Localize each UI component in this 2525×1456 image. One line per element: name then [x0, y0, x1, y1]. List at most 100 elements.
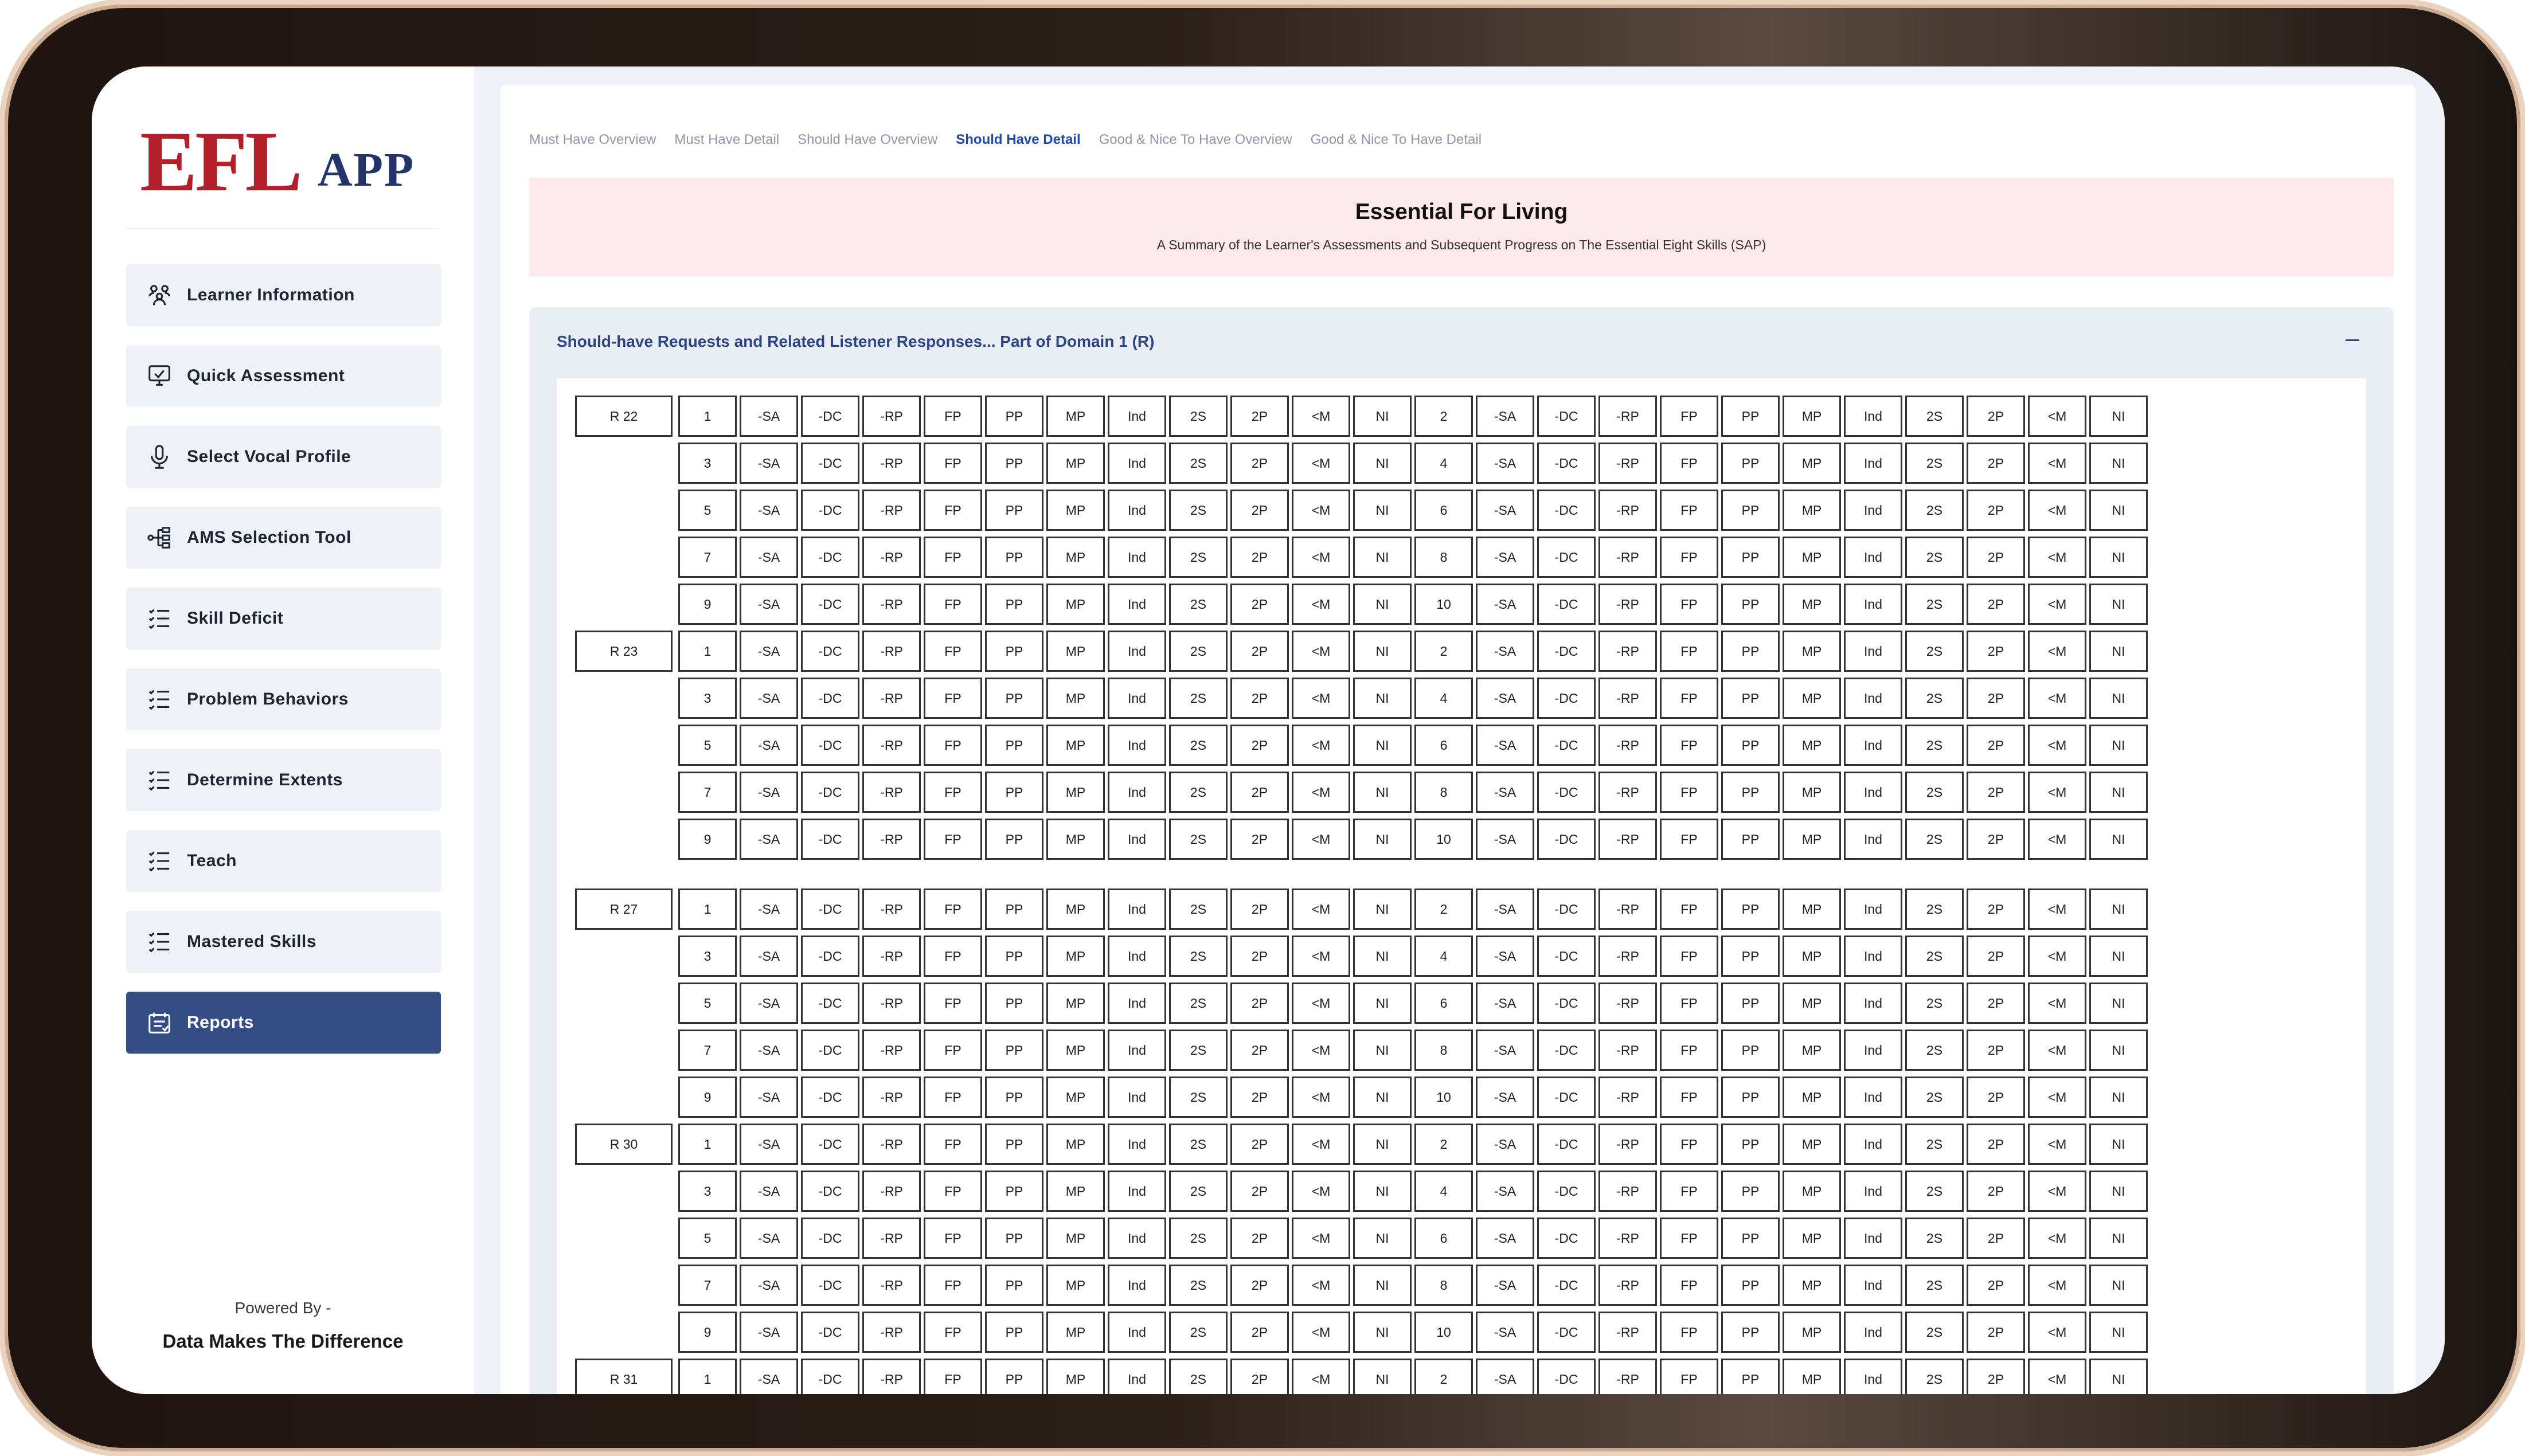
score-code-cell[interactable]: MP — [1046, 936, 1105, 977]
score-code-cell[interactable]: MP — [1046, 584, 1105, 625]
score-code-cell[interactable]: -SA — [740, 678, 798, 719]
score-code-cell[interactable]: 2P — [1967, 772, 2025, 813]
score-code-cell[interactable]: 2S — [1169, 678, 1228, 719]
score-code-cell[interactable]: 2P — [1967, 537, 2025, 578]
score-code-cell[interactable]: -DC — [1537, 772, 1596, 813]
score-code-cell[interactable]: NI — [1353, 537, 1412, 578]
score-code-cell[interactable]: <M — [2028, 889, 2086, 930]
score-code-cell[interactable]: -RP — [1598, 396, 1657, 437]
score-code-cell[interactable]: MP — [1046, 1077, 1105, 1118]
score-code-cell[interactable]: 2P — [1230, 1030, 1289, 1071]
score-code-cell[interactable]: <M — [2028, 537, 2086, 578]
score-code-cell[interactable]: -DC — [1537, 396, 1596, 437]
score-code-cell[interactable]: Ind — [1108, 1359, 1166, 1394]
score-code-cell[interactable]: <M — [1292, 1171, 1350, 1212]
score-code-cell[interactable]: FP — [1660, 537, 1718, 578]
score-code-cell[interactable]: MP — [1783, 1077, 1841, 1118]
score-code-cell[interactable]: -SA — [1476, 1124, 1534, 1165]
score-code-cell[interactable]: MP — [1783, 725, 1841, 766]
score-code-cell[interactable]: FP — [924, 889, 982, 930]
score-code-cell[interactable]: PP — [1721, 584, 1780, 625]
score-code-cell[interactable]: -RP — [1598, 936, 1657, 977]
score-code-cell[interactable]: NI — [1353, 889, 1412, 930]
score-code-cell[interactable]: <M — [1292, 889, 1350, 930]
score-code-cell[interactable]: <M — [2028, 678, 2086, 719]
score-code-cell[interactable]: -RP — [862, 889, 921, 930]
score-code-cell[interactable]: -SA — [740, 936, 798, 977]
score-code-cell[interactable]: -DC — [801, 725, 859, 766]
score-code-cell[interactable]: 2S — [1169, 1171, 1228, 1212]
score-code-cell[interactable]: -RP — [862, 584, 921, 625]
score-code-cell[interactable]: -RP — [1598, 537, 1657, 578]
score-code-cell[interactable]: -RP — [1598, 725, 1657, 766]
score-code-cell[interactable]: <M — [1292, 631, 1350, 672]
score-code-cell[interactable]: Ind — [1108, 678, 1166, 719]
score-code-cell[interactable]: 2P — [1967, 1077, 2025, 1118]
score-code-cell[interactable]: NI — [1353, 631, 1412, 672]
score-code-cell[interactable]: PP — [985, 1030, 1043, 1071]
score-code-cell[interactable]: 2P — [1230, 584, 1289, 625]
score-code-cell[interactable]: Ind — [1844, 537, 1902, 578]
score-code-cell[interactable]: -SA — [740, 1359, 798, 1394]
score-code-cell[interactable]: 2P — [1967, 1265, 2025, 1306]
score-code-cell[interactable]: -RP — [862, 631, 921, 672]
score-code-cell[interactable]: PP — [985, 725, 1043, 766]
score-code-cell[interactable]: 2S — [1169, 889, 1228, 930]
score-code-cell[interactable]: NI — [2089, 584, 2148, 625]
score-code-cell[interactable]: NI — [1353, 819, 1412, 860]
score-code-cell[interactable]: <M — [1292, 772, 1350, 813]
score-code-cell[interactable]: 2S — [1905, 1171, 1964, 1212]
score-code-cell[interactable]: PP — [985, 983, 1043, 1024]
score-code-cell[interactable]: NI — [2089, 443, 2148, 484]
score-code-cell[interactable]: -DC — [1537, 1030, 1596, 1071]
score-code-cell[interactable]: -DC — [801, 889, 859, 930]
score-code-cell[interactable]: <M — [2028, 1077, 2086, 1118]
score-code-cell[interactable]: FP — [924, 396, 982, 437]
score-code-cell[interactable]: Ind — [1844, 584, 1902, 625]
score-code-cell[interactable]: -SA — [740, 1218, 798, 1259]
score-code-cell[interactable]: <M — [2028, 631, 2086, 672]
score-code-cell[interactable]: -DC — [1537, 1359, 1596, 1394]
score-code-cell[interactable]: -DC — [1537, 1218, 1596, 1259]
score-code-cell[interactable]: <M — [1292, 1312, 1350, 1353]
score-code-cell[interactable]: -SA — [740, 396, 798, 437]
score-code-cell[interactable]: -RP — [1598, 678, 1657, 719]
score-code-cell[interactable]: 2P — [1230, 396, 1289, 437]
score-code-cell[interactable]: 2S — [1169, 725, 1228, 766]
score-code-cell[interactable]: PP — [985, 1077, 1043, 1118]
score-code-cell[interactable]: PP — [985, 678, 1043, 719]
score-code-cell[interactable]: FP — [1660, 1312, 1718, 1353]
score-code-cell[interactable]: 2P — [1967, 678, 2025, 719]
score-code-cell[interactable]: -RP — [862, 936, 921, 977]
score-code-cell[interactable]: -RP — [1598, 1030, 1657, 1071]
score-code-cell[interactable]: MP — [1046, 889, 1105, 930]
score-code-cell[interactable]: -RP — [1598, 1077, 1657, 1118]
score-code-cell[interactable]: FP — [1660, 1030, 1718, 1071]
score-code-cell[interactable]: <M — [2028, 819, 2086, 860]
score-code-cell[interactable]: -DC — [1537, 443, 1596, 484]
score-code-cell[interactable]: -SA — [1476, 889, 1534, 930]
score-code-cell[interactable]: 2P — [1230, 819, 1289, 860]
score-code-cell[interactable]: FP — [924, 537, 982, 578]
score-code-cell[interactable]: <M — [1292, 396, 1350, 437]
score-code-cell[interactable]: MP — [1783, 936, 1841, 977]
score-code-cell[interactable]: FP — [1660, 983, 1718, 1024]
score-code-cell[interactable]: PP — [1721, 725, 1780, 766]
score-code-cell[interactable]: NI — [2089, 819, 2148, 860]
score-code-cell[interactable]: NI — [2089, 1359, 2148, 1394]
score-code-cell[interactable]: MP — [1783, 819, 1841, 860]
score-code-cell[interactable]: 2P — [1230, 1218, 1289, 1259]
score-code-cell[interactable]: FP — [1660, 396, 1718, 437]
score-code-cell[interactable]: -RP — [1598, 631, 1657, 672]
score-code-cell[interactable]: Ind — [1108, 1124, 1166, 1165]
score-code-cell[interactable]: 2S — [1905, 983, 1964, 1024]
score-code-cell[interactable]: <M — [1292, 936, 1350, 977]
score-code-cell[interactable]: 2S — [1905, 631, 1964, 672]
score-code-cell[interactable]: <M — [2028, 1124, 2086, 1165]
score-code-cell[interactable]: Ind — [1844, 1171, 1902, 1212]
score-code-cell[interactable]: -DC — [801, 537, 859, 578]
score-code-cell[interactable]: FP — [1660, 1265, 1718, 1306]
sidebar-item-ams-selection-tool[interactable]: AMS Selection Tool — [126, 507, 441, 569]
sidebar-item-problem-behaviors[interactable]: Problem Behaviors — [126, 668, 441, 730]
score-code-cell[interactable]: Ind — [1844, 396, 1902, 437]
